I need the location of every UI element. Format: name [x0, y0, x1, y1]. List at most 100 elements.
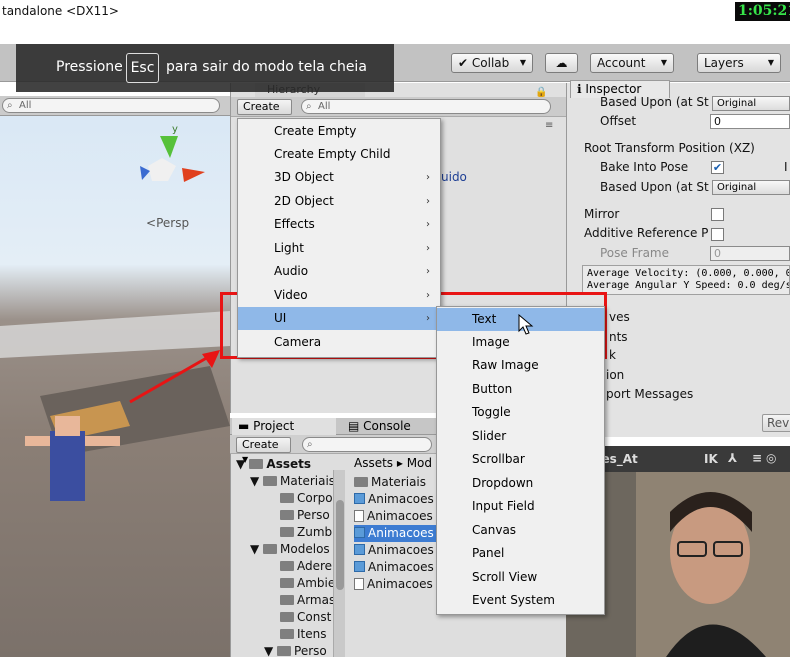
based-upon-dropdown[interactable]: Original	[712, 96, 790, 111]
gizmo-y-label: y	[172, 124, 178, 135]
tree-item[interactable]: ▼ Modelos	[250, 542, 330, 556]
menu-item[interactable]: 3D Object ›	[238, 166, 440, 189]
tree-item[interactable]: Ambie	[280, 576, 335, 590]
cloud-button[interactable]: ☁	[545, 53, 578, 73]
submenu-item[interactable]: Raw Image	[437, 354, 604, 377]
tree-item[interactable]: Const	[280, 610, 331, 624]
submenu-item[interactable]: Button	[437, 378, 604, 401]
pose-frame-field[interactable]: 0	[710, 246, 790, 261]
project-search-input[interactable]: ⌕	[302, 437, 432, 452]
based-upon-label: Based Upon (at St	[600, 95, 709, 109]
menu-item[interactable]: Camera	[238, 331, 440, 354]
folder-icon	[249, 459, 264, 469]
account-button[interactable]: Account ▼	[590, 53, 674, 73]
revert-button[interactable]: Rev	[762, 414, 790, 432]
asset-item-selected[interactable]: Animacoes	[354, 525, 436, 542]
project-breadcrumb[interactable]: Assets ▸ Mod	[354, 456, 432, 470]
folder-icon	[354, 477, 368, 487]
ik-toggle[interactable]: IK	[704, 452, 718, 466]
asset-item[interactable]: Animacoes	[354, 559, 436, 576]
settings-icon[interactable]: ◎	[766, 451, 776, 465]
tab-project[interactable]: ▬ Project	[232, 418, 336, 435]
collab-button[interactable]: ✔ Collab ▼	[451, 53, 533, 73]
model-icon	[354, 544, 365, 555]
menu-item[interactable]: Video ›	[238, 284, 440, 307]
menu-item-ui-highlighted[interactable]: UI ›	[238, 307, 440, 330]
tree-item[interactable]: Zumb	[280, 525, 332, 539]
lock-icon[interactable]: 🔒	[535, 87, 547, 98]
project-create-button[interactable]: Create ▼	[236, 437, 291, 464]
inspector-row-partial: nts	[609, 330, 628, 344]
submenu-item[interactable]: Dropdown	[437, 472, 604, 495]
menu-item[interactable]: 2D Object ›	[238, 190, 440, 213]
scene-search-input[interactable]: ⌕ All	[2, 98, 220, 113]
bake-into-pose-checkbox[interactable]: ✔	[711, 161, 724, 174]
tree-item[interactable]: Perso	[280, 508, 330, 522]
submenu-item[interactable]: Scrollbar	[437, 448, 604, 471]
asset-item[interactable]: Materiais	[354, 474, 436, 491]
persp-label[interactable]: <Persp	[146, 216, 189, 230]
tree-item[interactable]: ▼ Materiais	[250, 474, 335, 488]
asset-item[interactable]: Animacoes	[354, 508, 436, 525]
inspector-tab-label: Inspector	[585, 82, 642, 96]
based-upon-2-label: Based Upon (at St	[600, 180, 709, 194]
based-upon-2-dropdown[interactable]: Original	[712, 180, 790, 195]
submenu-item[interactable]: Input Field	[437, 495, 604, 518]
inspector-row-partial: port Messages	[606, 387, 694, 401]
fullscreen-hint: Pressione Esc para sair do modo tela che…	[16, 44, 394, 92]
offset-label: Offset	[600, 114, 637, 128]
submenu-item[interactable]: Panel	[437, 542, 604, 565]
submenu-item[interactable]: Event System	[437, 589, 604, 612]
folder-icon	[263, 544, 278, 554]
timeline-icon[interactable]: ≡	[752, 451, 762, 465]
menu-item[interactable]: Create Empty Child	[238, 143, 440, 166]
hierarchy-toolbar: Create ▼ ⌕ All	[231, 97, 566, 126]
chevron-down-icon: ▼	[660, 58, 667, 67]
additive-checkbox[interactable]	[711, 228, 724, 241]
hierarchy-create-button[interactable]: Create ▼	[237, 99, 292, 126]
folder-icon: ▬	[238, 419, 250, 433]
cloud-icon: ☁	[555, 56, 568, 70]
walk-icon[interactable]: ⅄	[728, 451, 737, 465]
asset-item[interactable]: Animacoes	[354, 542, 436, 559]
tree-item[interactable]: Adere	[280, 559, 332, 573]
document-icon	[354, 578, 364, 590]
model-icon	[354, 527, 365, 538]
tab-console[interactable]: ▤ Console	[342, 418, 442, 435]
menu-item[interactable]: Effects ›	[238, 213, 440, 236]
tree-item-assets[interactable]: ▼ Assets	[236, 457, 311, 471]
tree-item[interactable]: ▼ Perso	[264, 644, 327, 658]
tree-item[interactable]: Itens	[280, 627, 326, 641]
submenu-item[interactable]: Slider	[437, 425, 604, 448]
menu-item[interactable]: Audio ›	[238, 260, 440, 283]
submenu-item[interactable]: Canvas	[437, 519, 604, 542]
account-label: Account	[597, 56, 646, 70]
menu-item[interactable]: Create Empty	[238, 120, 440, 143]
scrollbar-thumb[interactable]	[336, 500, 344, 590]
layers-button[interactable]: Layers ▼	[697, 53, 781, 73]
offset-field[interactable]: 0	[710, 114, 790, 129]
submenu-item[interactable]: Scroll View	[437, 566, 604, 589]
scene-search-placeholder: All	[19, 100, 32, 111]
submenu-item[interactable]: Toggle	[437, 401, 604, 424]
chevron-down-icon: ▼	[767, 58, 774, 67]
hierarchy-search-input[interactable]: ⌕ All	[301, 99, 551, 114]
asset-item[interactable]: Animacoes	[354, 576, 436, 593]
window-title: tandalone <DX11>	[2, 4, 119, 18]
average-stats-box: Average Velocity: (0.000, 0.000, 0.0 Ave…	[582, 265, 790, 295]
tree-item[interactable]: Armas	[280, 593, 335, 607]
tree-item[interactable]: Corpo	[280, 491, 333, 505]
asset-item[interactable]: Animacoes	[354, 491, 436, 508]
bake-into-pose-label: Bake Into Pose	[600, 160, 689, 174]
recording-timer: 1:05:21	[735, 2, 790, 21]
menu-item[interactable]: Light ›	[238, 237, 440, 260]
hierarchy-item-partial[interactable]: uido	[441, 170, 467, 184]
mirror-checkbox[interactable]	[711, 208, 724, 221]
tree-scrollbar[interactable]	[333, 470, 345, 657]
panel-menu-icon[interactable]: ≡	[545, 120, 553, 131]
folder-icon	[280, 527, 294, 537]
folder-icon	[263, 476, 278, 486]
pose-frame-label: Pose Frame	[600, 246, 669, 260]
folder-icon	[277, 646, 292, 656]
mirror-label: Mirror	[584, 207, 620, 221]
